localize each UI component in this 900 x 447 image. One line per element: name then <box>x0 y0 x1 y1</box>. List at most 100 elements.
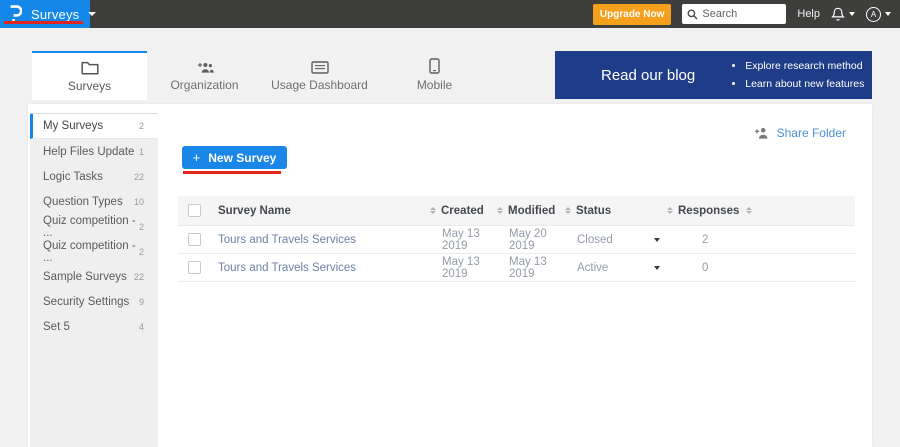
folder-label: Help Files Update <box>43 146 134 158</box>
sidebar-folder-item[interactable]: My Surveys 2 <box>30 114 158 139</box>
folder-count: 9 <box>139 297 144 307</box>
bell-icon <box>831 7 845 22</box>
survey-row: Tours and Travels Services May 13 2019 M… <box>178 254 855 282</box>
sort-icon[interactable] <box>746 207 752 214</box>
notifications-menu[interactable] <box>831 7 855 22</box>
help-link[interactable]: Help <box>797 8 820 20</box>
tab-surveys[interactable]: Surveys <box>32 51 147 100</box>
topbar-actions: Upgrade Now Help A <box>593 0 900 28</box>
tab-mobile[interactable]: Mobile <box>377 51 492 100</box>
search-box[interactable] <box>682 4 786 24</box>
account-menu[interactable]: A <box>866 7 891 22</box>
folder-label: My Surveys <box>43 120 103 132</box>
row-checkbox[interactable] <box>188 261 201 274</box>
folder-count: 2 <box>139 247 144 257</box>
folder-count: 2 <box>139 222 144 232</box>
column-survey-name[interactable]: Survey Name <box>218 205 430 217</box>
chevron-down-icon <box>885 12 891 16</box>
blog-banner: Read our blog Explore research method Le… <box>555 51 872 99</box>
people-icon <box>196 59 214 74</box>
sidebar-folder-item[interactable]: Question Types 10 <box>30 189 158 214</box>
table-body: Tours and Travels Services May 13 2019 M… <box>178 226 855 282</box>
responses-count: 0 <box>667 262 855 274</box>
plus-icon: + <box>193 150 201 165</box>
surveys-table: Survey Name Created Modified Status Resp… <box>178 196 855 282</box>
folder-count: 1 <box>139 147 144 157</box>
new-survey-label: New Survey <box>208 151 276 165</box>
folder-count: 2 <box>139 121 144 131</box>
content-card: My Surveys 2 Help Files Update 1 Logic T… <box>28 104 872 447</box>
tab-usage-dashboard[interactable]: Usage Dashboard <box>262 51 377 100</box>
tab-label: Mobile <box>417 78 452 92</box>
folder-label: Question Types <box>43 196 123 208</box>
sidebar-folder-item[interactable]: Security Settings 9 <box>30 289 158 314</box>
folder-label: Quiz competition - ... <box>43 240 139 264</box>
sidebar-folder-item[interactable]: Quiz competition - ... 2 <box>30 214 158 239</box>
dashboard-icon <box>311 59 329 74</box>
product-switcher[interactable]: Surveys <box>0 0 90 28</box>
upgrade-now-button[interactable]: Upgrade Now <box>593 4 671 25</box>
tab-label: Usage Dashboard <box>271 78 368 92</box>
chevron-down-icon <box>88 12 96 16</box>
folders-sidebar: My Surveys 2 Help Files Update 1 Logic T… <box>30 113 158 447</box>
sidebar-folder-item[interactable]: Sample Surveys 22 <box>30 264 158 289</box>
tab-label: Surveys <box>68 79 111 93</box>
blog-bullets: Explore research method Learn about new … <box>733 57 864 94</box>
top-bar: Surveys Upgrade Now Help <box>0 0 900 28</box>
product-name: Surveys <box>31 7 79 22</box>
survey-name-link[interactable]: Tours and Travels Services <box>218 262 356 274</box>
search-input[interactable] <box>702 8 778 20</box>
folder-count: 22 <box>134 172 144 182</box>
avatar: A <box>866 7 881 22</box>
new-survey-button[interactable]: + New Survey <box>182 146 287 169</box>
folder-count: 22 <box>134 272 144 282</box>
annotation-underline <box>4 21 83 24</box>
chevron-down-icon <box>849 12 855 16</box>
tabs: Surveys Organization <box>32 51 492 100</box>
share-person-icon <box>754 127 769 139</box>
folder-count: 10 <box>134 197 144 207</box>
folder-label: Logic Tasks <box>43 171 103 183</box>
row-checkbox[interactable] <box>188 233 201 246</box>
share-folder-link[interactable]: Share Folder <box>754 126 846 140</box>
share-folder-label: Share Folder <box>777 126 846 140</box>
created-date: May 13 2019 <box>430 228 497 252</box>
column-created[interactable]: Created <box>441 205 484 217</box>
search-icon <box>687 9 698 20</box>
tab-organization[interactable]: Organization <box>147 51 262 100</box>
folder-label: Set 5 <box>43 321 70 333</box>
responses-count: 2 <box>667 234 855 246</box>
sort-icon[interactable] <box>667 207 673 214</box>
annotation-underline <box>183 171 281 174</box>
status-dropdown-caret[interactable] <box>654 238 660 242</box>
sidebar-folder-item[interactable]: Quiz competition - ... 2 <box>30 239 158 264</box>
folder-label: Sample Surveys <box>43 271 127 283</box>
survey-name-link[interactable]: Tours and Travels Services <box>218 234 356 246</box>
table-header-row: Survey Name Created Modified Status Resp… <box>178 196 855 226</box>
column-modified[interactable]: Modified <box>508 205 555 217</box>
sidebar-folder-item[interactable]: Help Files Update 1 <box>30 139 158 164</box>
mobile-icon <box>429 59 440 74</box>
folder-count: 4 <box>139 322 144 332</box>
folder-icon <box>81 60 99 75</box>
sort-icon[interactable] <box>430 207 436 214</box>
select-all-checkbox[interactable] <box>188 204 201 217</box>
blog-bullet: Learn about new features <box>745 75 864 93</box>
survey-row: Tours and Travels Services May 13 2019 M… <box>178 226 855 254</box>
status-value: Active <box>577 262 608 274</box>
column-responses[interactable]: Responses <box>678 205 739 217</box>
tab-strip: Surveys Organization <box>0 51 900 100</box>
column-status[interactable]: Status <box>576 205 611 217</box>
blog-bullet: Explore research method <box>745 57 864 75</box>
sidebar-folder-item[interactable]: Logic Tasks 22 <box>30 164 158 189</box>
modified-date: May 20 2019 <box>497 228 565 252</box>
created-date: May 13 2019 <box>430 256 497 280</box>
folder-label: Quiz competition - ... <box>43 215 139 239</box>
sidebar-folder-item[interactable]: Set 5 4 <box>30 314 158 339</box>
sort-icon[interactable] <box>497 207 503 214</box>
status-dropdown-caret[interactable] <box>654 266 660 270</box>
sort-icon[interactable] <box>565 207 571 214</box>
modified-date: May 13 2019 <box>497 256 565 280</box>
status-value: Closed <box>577 234 613 246</box>
read-our-blog-link[interactable]: Read our blog <box>601 67 695 84</box>
